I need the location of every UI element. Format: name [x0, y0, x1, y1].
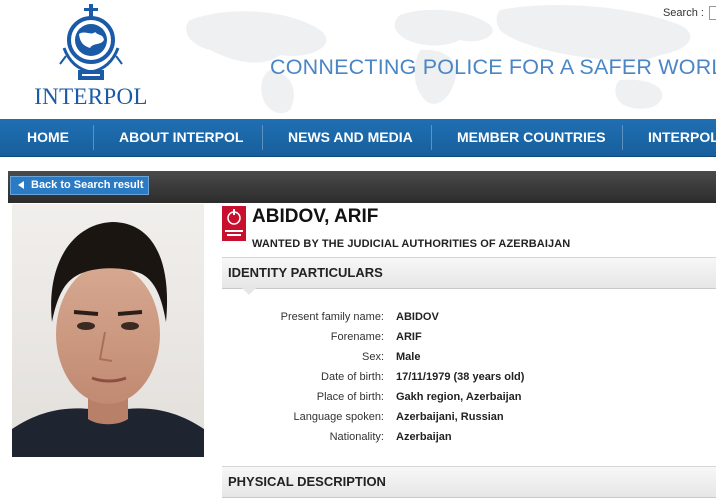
logo-text: INTERPOL	[34, 84, 148, 109]
interpol-logo[interactable]: INTERPOL	[30, 4, 152, 112]
nav-divider	[93, 125, 94, 150]
detail-row: Language spoken: Azerbaijani, Russian	[222, 411, 716, 431]
nav-item-about-interpol[interactable]: ABOUT INTERPOL	[119, 119, 243, 156]
physical-description-title: PHYSICAL DESCRIPTION	[228, 474, 386, 489]
detail-row: Date of birth: 17/11/1979 (38 years old)	[222, 371, 716, 391]
detail-value: Male	[396, 351, 421, 363]
detail-value: Azerbaijani, Russian	[396, 411, 504, 423]
detail-label: Date of birth:	[321, 371, 384, 383]
detail-row: Present family name: ABIDOV	[222, 311, 716, 331]
main-navigation: HOME ABOUT INTERPOL NEWS AND MEDIA MEMBE…	[0, 119, 716, 157]
site-tagline: CONNECTING POLICE FOR A SAFER WORLD	[270, 55, 716, 79]
back-button-label: Back to Search result	[31, 179, 144, 191]
red-notice-icon	[222, 206, 246, 241]
detail-label: Sex:	[361, 351, 384, 363]
detail-value: ABIDOV	[396, 311, 439, 323]
nav-item-home[interactable]: HOME	[27, 119, 69, 156]
wanted-person-photo	[12, 204, 204, 457]
detail-value: 17/11/1979 (38 years old)	[396, 371, 525, 383]
detail-value: Gakh region, Azerbaijan	[396, 391, 522, 403]
search-input[interactable]	[709, 6, 716, 20]
identity-particulars-header[interactable]: IDENTITY PARTICULARS	[222, 257, 716, 295]
section-notch	[242, 288, 256, 295]
nav-item-news-and-media[interactable]: NEWS AND MEDIA	[288, 119, 413, 156]
nav-item-interpol[interactable]: INTERPOL	[648, 119, 716, 156]
detail-row: Place of birth: Gakh region, Azerbaijan	[222, 391, 716, 411]
nav-divider	[622, 125, 623, 150]
back-arrow-icon	[18, 181, 24, 189]
search-area: Search :	[663, 6, 716, 20]
identity-particulars-title: IDENTITY PARTICULARS	[228, 265, 383, 280]
detail-label: Nationality:	[329, 431, 384, 443]
nav-divider	[431, 125, 432, 150]
physical-description-header[interactable]: PHYSICAL DESCRIPTION	[222, 466, 716, 498]
search-label: Search :	[662, 7, 704, 19]
wanted-person-name: ABIDOV, ARIF	[252, 206, 379, 227]
detail-label: Forename:	[330, 331, 384, 343]
interpol-emblem-icon	[59, 4, 123, 80]
site-header: INTERPOL Search : CONNECTING POLICE FOR …	[0, 0, 716, 118]
detail-label: Place of birth:	[316, 391, 384, 403]
detail-value: Azerbaijan	[396, 431, 452, 443]
nav-item-member-countries[interactable]: MEMBER COUNTRIES	[457, 119, 606, 156]
detail-row: Nationality: Azerbaijan	[222, 431, 716, 451]
nav-divider	[262, 125, 263, 150]
detail-row: Forename: ARIF	[222, 331, 716, 351]
detail-label: Present family name:	[280, 311, 384, 323]
back-to-search-button[interactable]: Back to Search result	[10, 176, 149, 195]
detail-row: Sex: Male	[222, 351, 716, 371]
detail-label: Language spoken:	[293, 411, 384, 423]
detail-value: ARIF	[396, 331, 422, 343]
wanted-by-text: WANTED BY THE JUDICIAL AUTHORITIES OF AZ…	[252, 238, 571, 250]
